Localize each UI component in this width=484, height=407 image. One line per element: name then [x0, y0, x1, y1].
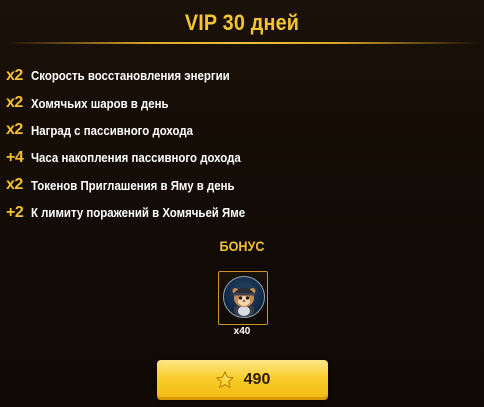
perk-text: Наград с пассивного дохода — [31, 122, 193, 138]
perk-defeat-limit: +2 К лимиту поражений в Хомячьей Яме — [6, 199, 476, 226]
perk-passive-hours: +4 Часа накопления пассивного дохода — [6, 144, 476, 171]
perk-energy-regen: x2 Скорость восстановления энергии — [6, 62, 476, 89]
perk-multiplier: +4 — [6, 148, 24, 166]
perk-list: x2 Скорость восстановления энергии x2 Хо… — [6, 62, 476, 226]
perk-text: Скорость восстановления энергии — [31, 68, 230, 84]
bonus-item-card[interactable] — [218, 271, 268, 325]
perk-hamster-balls: x2 Хомячьих шаров в день — [6, 89, 476, 116]
perk-multiplier: x2 — [6, 94, 23, 112]
hamster-avatar-icon — [223, 276, 265, 318]
perk-text: Часа накопления пассивного дохода — [31, 150, 241, 166]
star-icon — [215, 371, 234, 388]
perk-multiplier: x2 — [6, 121, 23, 139]
perk-text: К лимиту поражений в Хомячьей Яме — [31, 205, 246, 221]
perk-text: Токенов Приглашения в Яму в день — [31, 177, 235, 193]
vip-offer-panel: VIP 30 дней x2 Скорость восстановления э… — [0, 0, 484, 407]
perk-pit-tokens: x2 Токенов Приглашения в Яму в день — [6, 172, 476, 199]
perk-multiplier: x2 — [6, 176, 23, 194]
perk-multiplier: +2 — [6, 203, 24, 221]
offer-title: VIP 30 дней — [184, 10, 300, 35]
bonus-quantity: x40 — [233, 326, 251, 337]
bonus-label: БОНУС — [219, 238, 265, 254]
perk-multiplier: x2 — [6, 66, 23, 84]
title-divider — [6, 42, 478, 44]
buy-button[interactable]: 490 — [157, 360, 328, 400]
perk-passive-rewards: x2 Наград с пассивного дохода — [6, 117, 476, 144]
perk-text: Хомячьих шаров в день — [31, 95, 169, 111]
price-label: 490 — [243, 371, 271, 388]
